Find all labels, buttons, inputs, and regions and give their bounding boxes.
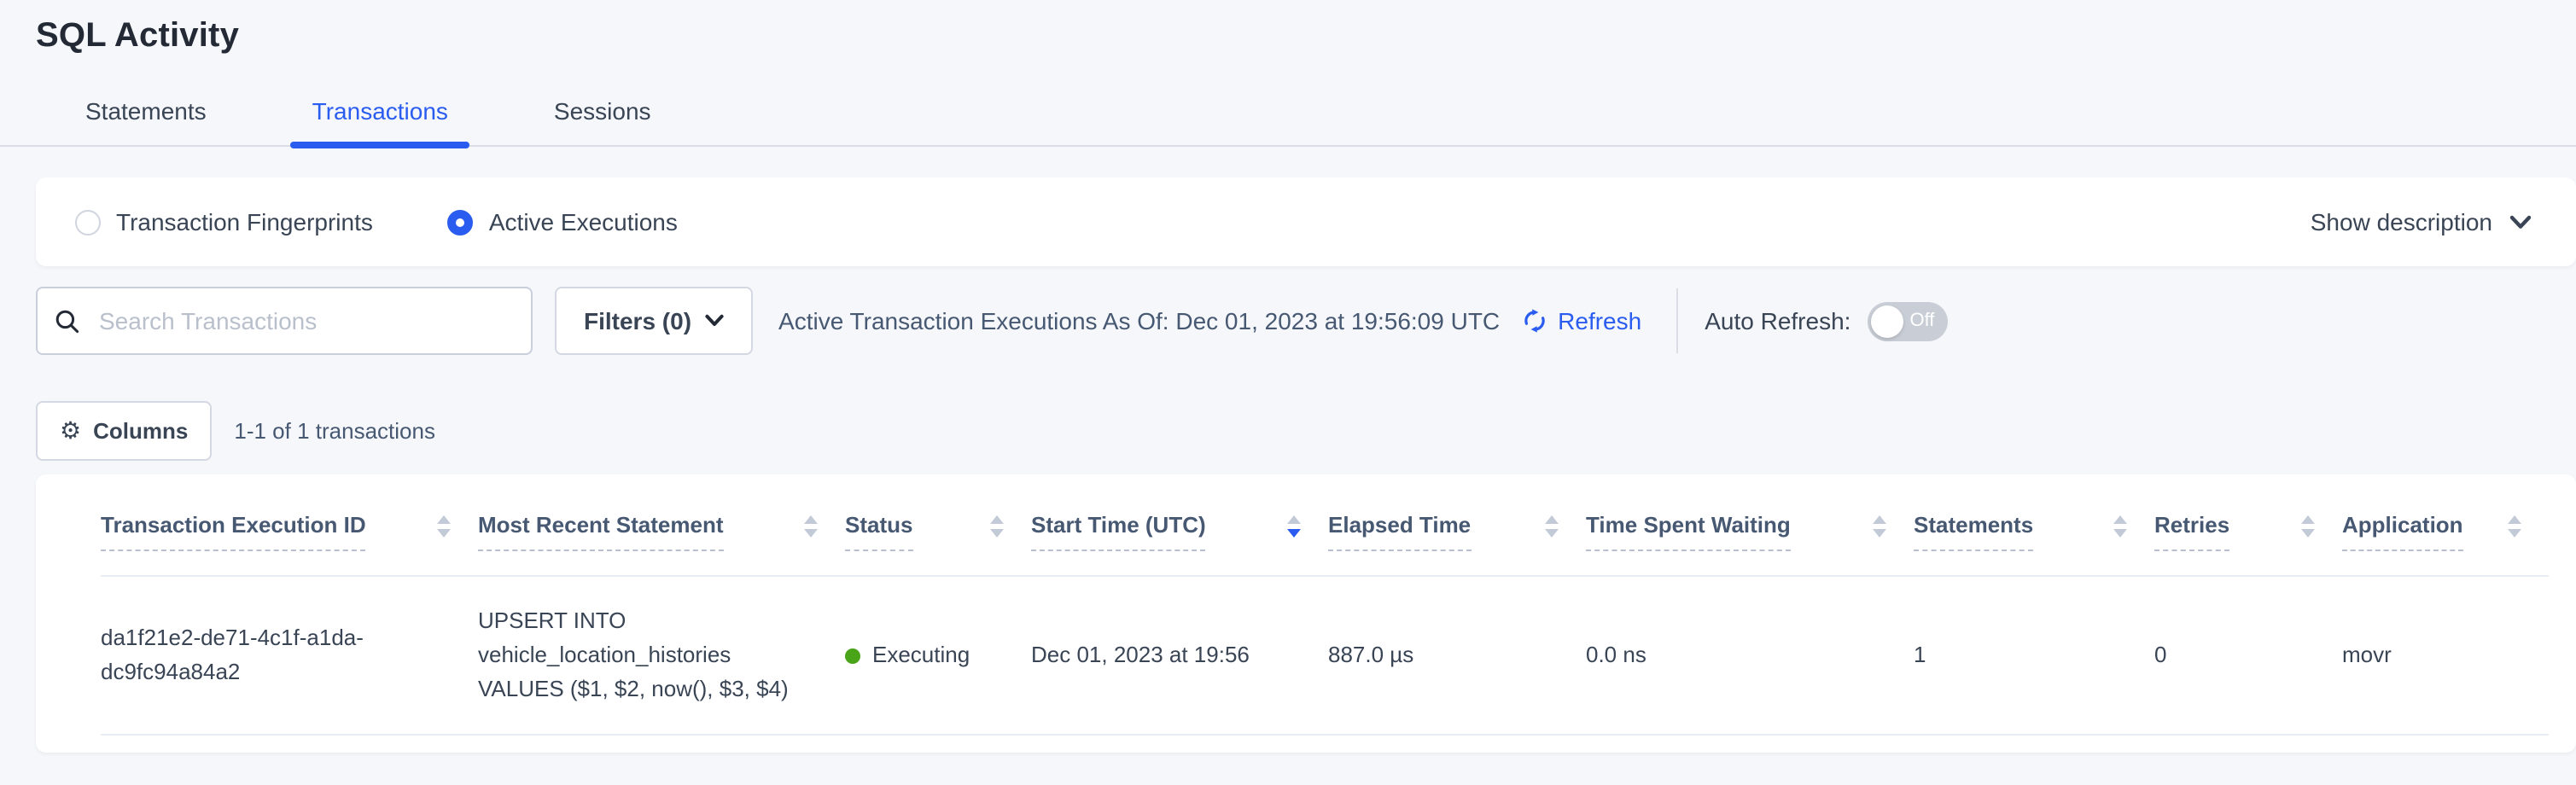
table-row: da1f21e2-de71-4c1f-a1da-dc9fc94a84a2 UPS… (101, 576, 2549, 736)
columns-button-label: Columns (93, 418, 188, 444)
column-header-start-time[interactable]: Start Time (UTC) (1031, 474, 1328, 576)
column-header-most-recent-statement[interactable]: Most Recent Statement (478, 474, 845, 576)
radio-active-executions-label: Active Executions (489, 208, 678, 236)
sort-icon (437, 515, 451, 538)
transactions-table: Transaction Execution ID Most Recent Sta… (101, 474, 2549, 736)
filters-button[interactable]: Filters (0) (555, 287, 753, 355)
show-description-label: Show description (2311, 208, 2492, 236)
view-mode-radio-group: Transaction Fingerprints Active Executio… (36, 208, 753, 236)
column-header-time-spent-waiting[interactable]: Time Spent Waiting (1586, 474, 1914, 576)
status-executing-dot-icon (845, 648, 860, 663)
tab-sessions[interactable]: Sessions (532, 97, 673, 145)
sort-icon (1545, 515, 1559, 538)
cell-status: Executing (845, 576, 1031, 736)
refresh-icon (1520, 307, 1547, 334)
transactions-table-card: Transaction Execution ID Most Recent Sta… (36, 474, 2576, 753)
cell-application: movr (2342, 576, 2549, 736)
column-header-status[interactable]: Status (845, 474, 1031, 576)
columns-button[interactable]: ⚙ Columns (36, 401, 212, 461)
column-header-retries[interactable]: Retries (2154, 474, 2342, 576)
cell-retries: 0 (2154, 576, 2342, 736)
radio-transaction-fingerprints[interactable]: Transaction Fingerprints (75, 208, 373, 236)
auto-refresh-label: Auto Refresh: (1705, 307, 1850, 334)
radio-selected-icon (448, 209, 474, 235)
refresh-button[interactable]: Refresh (1520, 307, 1641, 334)
gear-icon: ⚙ (60, 419, 81, 443)
column-header-elapsed-time[interactable]: Elapsed Time (1328, 474, 1586, 576)
column-header-application[interactable]: Application (2342, 474, 2549, 576)
toolbar: Filters (0) Active Transaction Execution… (36, 287, 2576, 355)
tab-transactions[interactable]: Transactions (290, 97, 470, 145)
as-of-timestamp: Active Transaction Executions As Of: Dec… (778, 307, 1500, 334)
sort-icon (1873, 515, 1886, 538)
search-icon (55, 308, 80, 334)
toggle-state-label: Off (1909, 311, 1948, 331)
filters-button-label: Filters (0) (584, 307, 691, 334)
status-label: Executing (872, 638, 970, 672)
cell-transaction-execution-id[interactable]: da1f21e2-de71-4c1f-a1da-dc9fc94a84a2 (101, 576, 478, 736)
tab-statements[interactable]: Statements (63, 97, 229, 145)
sort-icon (2301, 515, 2315, 538)
tab-statements-label: Statements (85, 97, 207, 125)
radio-unselected-icon (75, 209, 101, 235)
cell-elapsed-time: 887.0 µs (1328, 576, 1586, 736)
search-input[interactable] (96, 305, 514, 336)
sort-icon (2113, 515, 2127, 538)
radio-active-executions[interactable]: Active Executions (448, 208, 678, 236)
radio-transaction-fingerprints-label: Transaction Fingerprints (116, 208, 373, 236)
toolbar-divider (1676, 288, 1677, 353)
auto-refresh-toggle[interactable]: Off (1868, 301, 1948, 340)
cell-most-recent-statement: UPSERT INTO vehicle_location_histories V… (478, 576, 845, 736)
search-box (36, 287, 533, 355)
cell-time-spent-waiting: 0.0 ns (1586, 576, 1914, 736)
active-tab-underline (290, 142, 470, 148)
show-description-toggle[interactable]: Show description (2311, 208, 2576, 236)
table-controls-row: ⚙ Columns 1-1 of 1 transactions (36, 401, 2576, 461)
table-header-row: Transaction Execution ID Most Recent Sta… (101, 474, 2549, 576)
sort-desc-icon (1287, 515, 1301, 538)
tab-bar: Statements Transactions Sessions (0, 90, 2576, 147)
sort-icon (2508, 515, 2521, 538)
column-header-statements[interactable]: Statements (1914, 474, 2154, 576)
tab-sessions-label: Sessions (554, 97, 651, 125)
cell-statements: 1 (1914, 576, 2154, 736)
refresh-label: Refresh (1558, 307, 1641, 334)
toggle-knob (1871, 305, 1903, 337)
chevron-down-icon (2509, 214, 2532, 230)
sql-activity-page: SQL Activity Statements Transactions Ses… (0, 0, 2576, 785)
sort-icon (804, 515, 818, 538)
sort-icon (990, 515, 1004, 538)
page-title: SQL Activity (0, 0, 2576, 56)
result-count: 1-1 of 1 transactions (234, 418, 435, 444)
chevron-down-icon (705, 314, 724, 328)
cell-start-time: Dec 01, 2023 at 19:56 (1031, 576, 1328, 736)
tab-transactions-label: Transactions (312, 97, 448, 125)
view-mode-card: Transaction Fingerprints Active Executio… (36, 177, 2576, 266)
column-header-transaction-execution-id[interactable]: Transaction Execution ID (101, 474, 478, 576)
